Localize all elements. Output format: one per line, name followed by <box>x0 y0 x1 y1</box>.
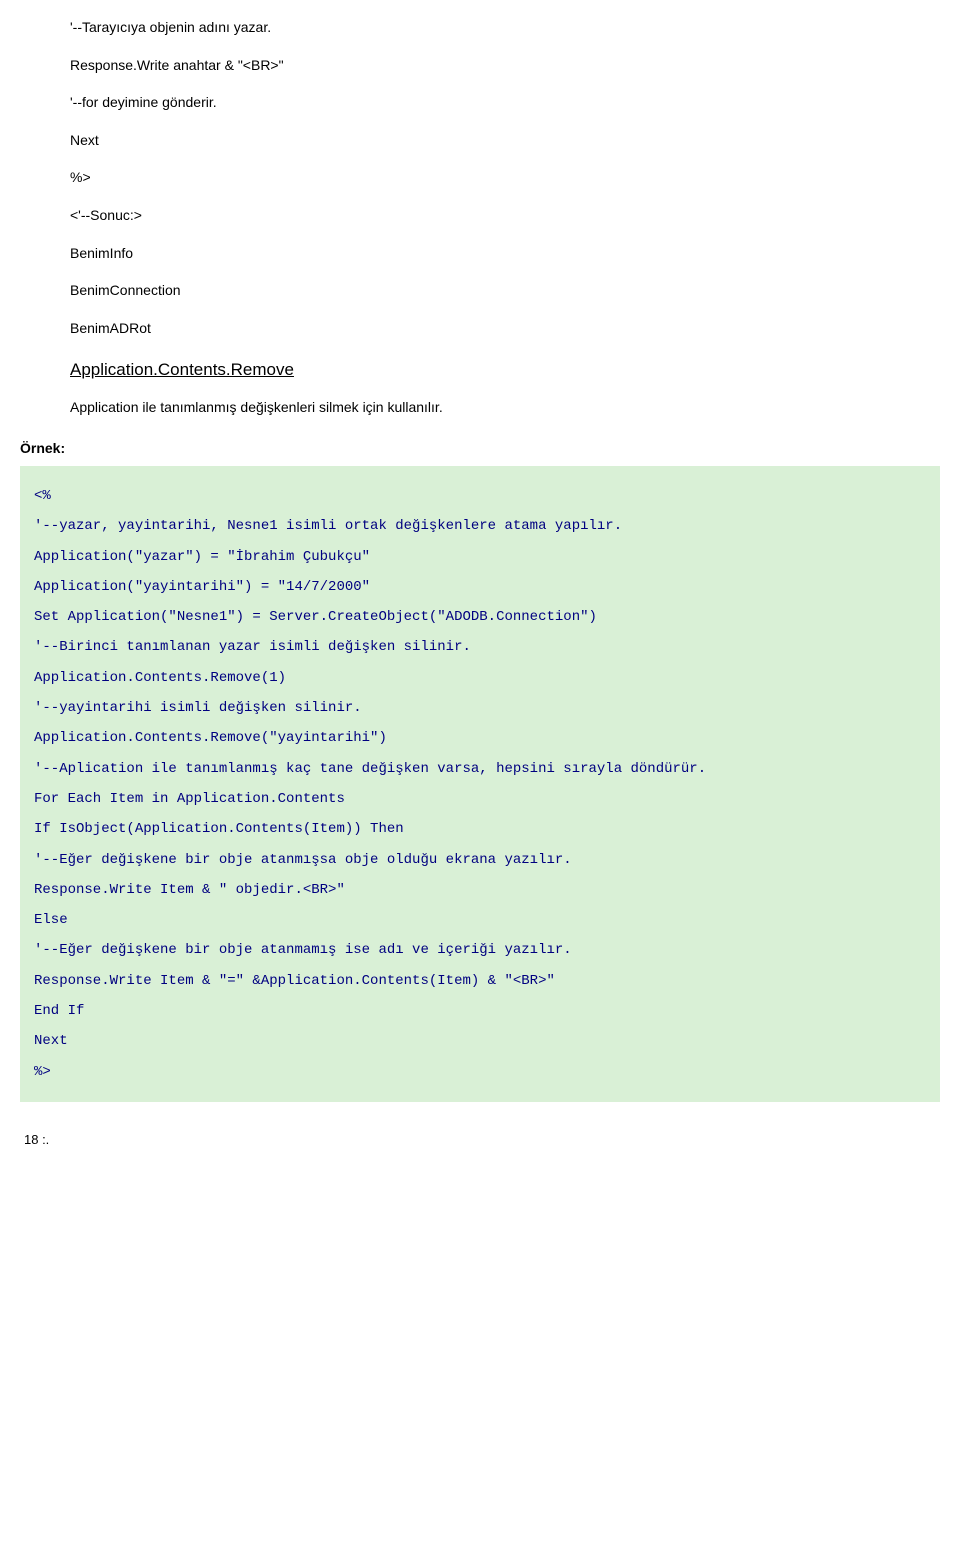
section-description: Application ile tanımlanmış değişkenleri… <box>70 398 940 418</box>
document-page: '--Tarayıcıya objenin adını yazar. Respo… <box>0 18 960 1167</box>
intro-line: '--Tarayıcıya objenin adını yazar. <box>70 18 940 38</box>
intro-line: BenimADRot <box>70 319 940 339</box>
code-line: Next <box>34 1031 930 1051</box>
code-line: '--Eğer değişkene bir obje atanmamış ise… <box>34 940 930 960</box>
code-line: End If <box>34 1001 930 1021</box>
code-line: Set Application("Nesne1") = Server.Creat… <box>34 607 930 627</box>
code-line: '--yayintarihi isimli değişken silinir. <box>34 698 930 718</box>
intro-block: '--Tarayıcıya objenin adını yazar. Respo… <box>20 18 940 418</box>
code-line: If IsObject(Application.Contents(Item)) … <box>34 819 930 839</box>
intro-line: Response.Write anahtar & "<BR>" <box>70 56 940 76</box>
code-line: '--yazar, yayintarihi, Nesne1 isimli ort… <box>34 516 930 536</box>
intro-line: BenimConnection <box>70 281 940 301</box>
intro-line: BenimInfo <box>70 244 940 264</box>
example-label: Örnek: <box>20 440 940 456</box>
code-line: <% <box>34 486 930 506</box>
code-line: '--Eğer değişkene bir obje atanmışsa obj… <box>34 850 930 870</box>
intro-line: %> <box>70 168 940 188</box>
code-line: Application.Contents.Remove("yayintarihi… <box>34 728 930 748</box>
code-line: Application("yazar") = "İbrahim Çubukçu" <box>34 547 930 567</box>
code-line: Response.Write Item & " objedir.<BR>" <box>34 880 930 900</box>
intro-line: '--for deyimine gönderir. <box>70 93 940 113</box>
intro-line: <'--Sonuc:> <box>70 206 940 226</box>
code-line: Application.Contents.Remove(1) <box>34 668 930 688</box>
intro-line: Next <box>70 131 940 151</box>
code-line: Else <box>34 910 930 930</box>
code-line: '--Aplication ile tanımlanmış kaç tane d… <box>34 759 930 779</box>
code-line: '--Birinci tanımlanan yazar isimli değiş… <box>34 637 930 657</box>
code-line: %> <box>34 1062 930 1082</box>
code-line: Response.Write Item & "=" &Application.C… <box>34 971 930 991</box>
section-heading-link[interactable]: Application.Contents.Remove <box>70 360 940 380</box>
code-block: <% '--yazar, yayintarihi, Nesne1 isimli … <box>20 466 940 1102</box>
code-line: Application("yayintarihi") = "14/7/2000" <box>34 577 930 597</box>
page-number-footer: 18 :. <box>20 1132 940 1147</box>
code-line: For Each Item in Application.Contents <box>34 789 930 809</box>
